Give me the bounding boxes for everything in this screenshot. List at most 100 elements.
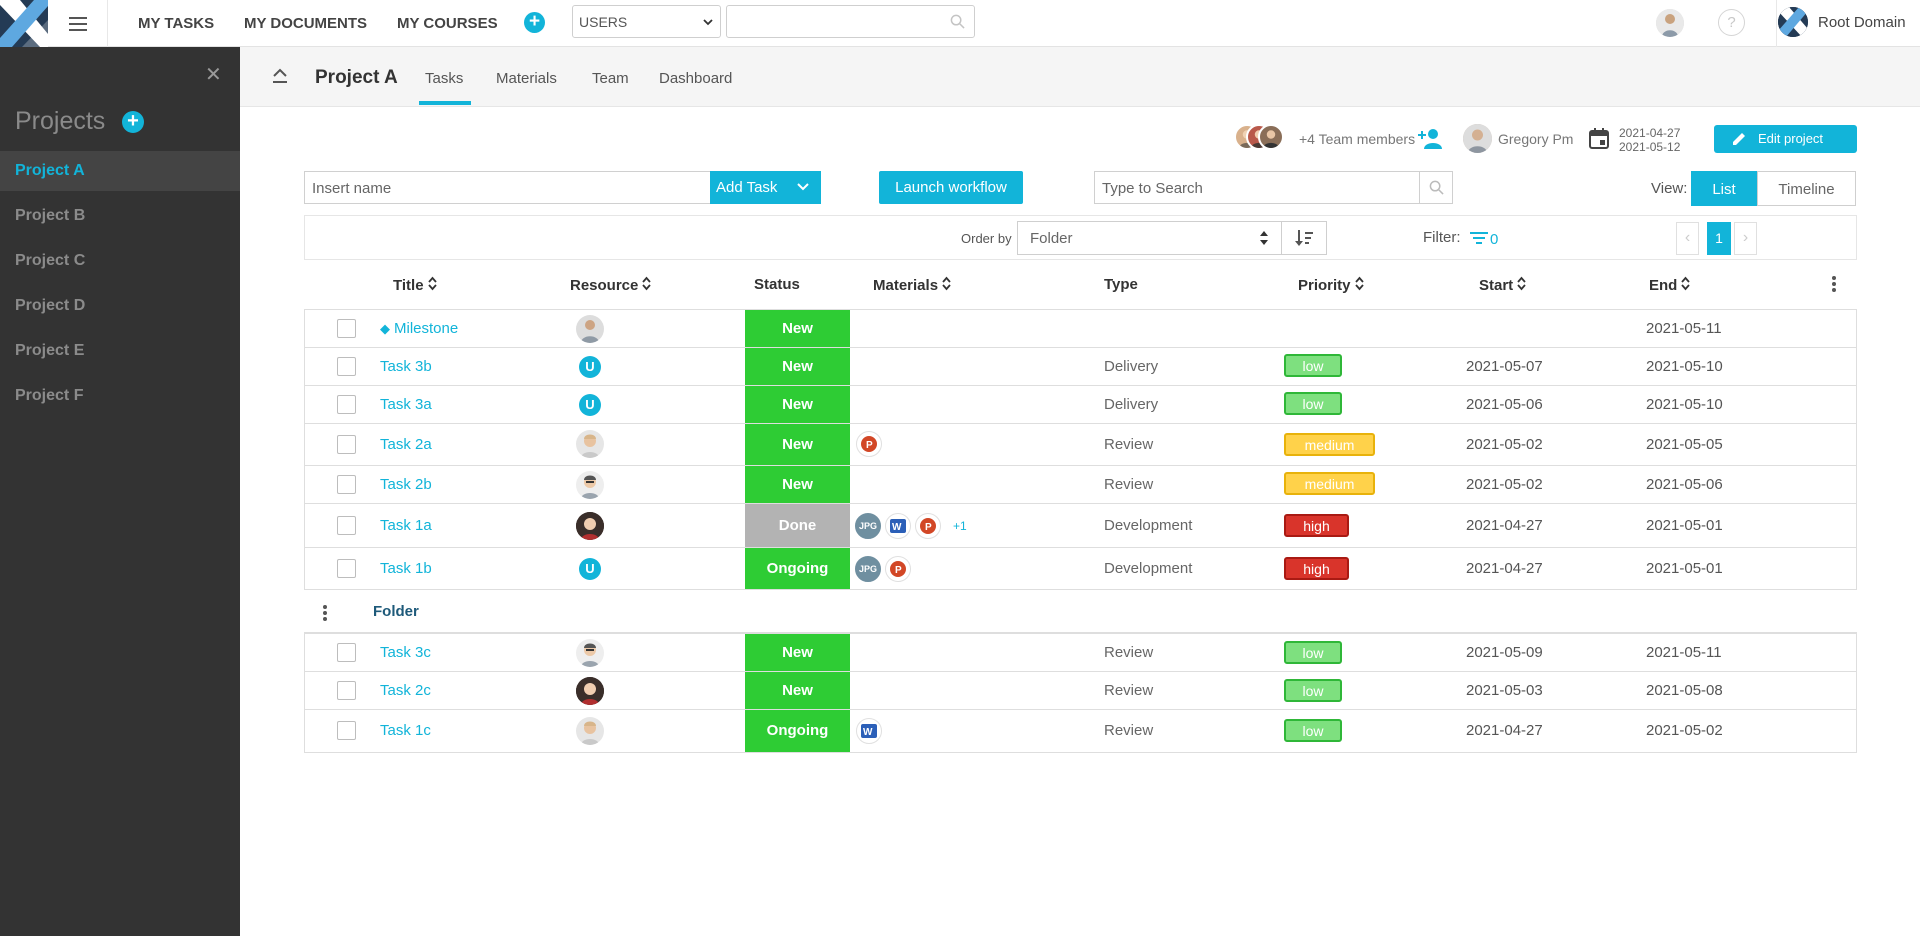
menu-button[interactable] (48, 0, 108, 47)
row-checkbox[interactable] (337, 681, 356, 700)
row-checkbox[interactable] (337, 319, 356, 338)
prev-page-button[interactable]: ‹ (1676, 222, 1699, 255)
add-project-button[interactable]: + (122, 111, 144, 133)
search-button[interactable] (1419, 172, 1452, 203)
status-badge[interactable]: New (745, 386, 850, 423)
task-name-input[interactable]: Insert name (304, 171, 710, 204)
col-header-start[interactable]: Start (1479, 276, 1526, 294)
table-row[interactable]: Task 2b New Review medium 2021-05-02 202… (304, 466, 1857, 504)
tab-materials[interactable]: Materials (496, 70, 557, 87)
table-row[interactable]: Task 1c Ongoing W Review low 2021-04-27 … (304, 710, 1857, 753)
add-icon[interactable]: + (524, 12, 545, 33)
launch-workflow-button[interactable]: Launch workflow (879, 171, 1023, 204)
order-by-select[interactable]: Folder (1017, 221, 1282, 255)
task-title[interactable]: Task 1c (380, 722, 431, 739)
more-icon[interactable] (1831, 275, 1837, 293)
row-checkbox[interactable] (337, 395, 356, 414)
sidebar-item-project-a[interactable]: Project A (0, 151, 240, 191)
status-badge[interactable]: Ongoing (745, 710, 850, 752)
task-title[interactable]: Task 1a (380, 517, 432, 534)
domain-logo[interactable] (1778, 7, 1808, 37)
table-row[interactable]: Task 2c New Review low 2021-05-03 2021-0… (304, 672, 1857, 710)
add-task-button[interactable]: Add Task (710, 171, 821, 204)
filter-icon[interactable] (1470, 231, 1488, 245)
tab-dashboard[interactable]: Dashboard (659, 70, 732, 87)
folder-row[interactable]: Folder (304, 592, 1857, 633)
help-icon[interactable]: ? (1718, 9, 1745, 36)
task-title[interactable]: Task 3a (380, 396, 432, 413)
users-select[interactable]: USERS (572, 5, 721, 38)
status-badge[interactable]: New (745, 634, 850, 671)
task-title[interactable]: Task 3b (380, 358, 432, 375)
table-row[interactable]: Task 1b U Ongoing JPG P Development high… (304, 548, 1857, 590)
task-title[interactable]: Task 1b (380, 560, 432, 577)
task-title[interactable]: ◆ Milestone (380, 320, 458, 337)
sidebar-item-project-f[interactable]: Project F (0, 376, 240, 416)
add-member-icon[interactable] (1418, 127, 1444, 149)
status-badge[interactable]: New (745, 672, 850, 709)
table-row[interactable]: Task 2a New P Review medium 2021-05-02 2… (304, 424, 1857, 466)
task-title[interactable]: Task 2a (380, 436, 432, 453)
row-checkbox[interactable] (337, 721, 356, 740)
task-title[interactable]: Task 2b (380, 476, 432, 493)
team-members-count[interactable]: +4 Team members (1299, 131, 1415, 147)
table-row[interactable]: ◆ Milestone New 2021-05-11 (304, 310, 1857, 348)
priority-badge[interactable]: medium (1284, 472, 1375, 495)
jpg-file-icon[interactable]: JPG (855, 556, 881, 582)
row-checkbox[interactable] (337, 475, 356, 494)
jpg-file-icon[interactable]: JPG (855, 513, 881, 539)
sort-direction-button[interactable] (1282, 221, 1327, 255)
task-title[interactable]: Task 2c (380, 682, 431, 699)
priority-badge[interactable]: high (1284, 557, 1349, 580)
task-title[interactable]: Task 3c (380, 644, 431, 661)
task-search-input[interactable]: Type to Search (1094, 171, 1453, 204)
status-badge[interactable]: Done (745, 504, 850, 547)
priority-badge[interactable]: low (1284, 392, 1342, 415)
search-icon[interactable] (950, 14, 965, 29)
status-badge[interactable]: Ongoing (745, 548, 850, 589)
collapse-icon[interactable] (272, 67, 288, 85)
view-list-button[interactable]: List (1691, 171, 1757, 206)
powerpoint-icon[interactable]: P (915, 513, 941, 539)
status-badge[interactable]: New (745, 424, 850, 465)
row-checkbox[interactable] (337, 643, 356, 662)
table-row[interactable]: Task 1a Done JPG W P +1 Development high… (304, 504, 1857, 548)
priority-badge[interactable]: low (1284, 641, 1342, 664)
close-icon[interactable]: ✕ (205, 62, 222, 87)
tab-tasks[interactable]: Tasks (425, 70, 463, 87)
status-badge[interactable]: New (745, 466, 850, 503)
more-materials-count[interactable]: +1 (953, 519, 967, 533)
col-header-resource[interactable]: Resource (570, 276, 652, 294)
col-header-title[interactable]: Title (393, 276, 437, 294)
status-badge[interactable]: New (745, 310, 850, 347)
app-logo[interactable] (0, 0, 48, 47)
top-search-input[interactable] (726, 5, 975, 38)
nav-my-courses[interactable]: MY COURSES (397, 15, 498, 32)
status-badge[interactable]: New (745, 348, 850, 385)
row-checkbox[interactable] (337, 435, 356, 454)
edit-project-button[interactable]: Edit project (1714, 125, 1857, 153)
priority-badge[interactable]: low (1284, 719, 1342, 742)
nav-my-documents[interactable]: MY DOCUMENTS (244, 15, 367, 32)
domain-name[interactable]: Root Domain (1818, 14, 1906, 31)
table-row[interactable]: Task 3b U New Delivery low 2021-05-07 20… (304, 348, 1857, 386)
next-page-button[interactable]: › (1734, 222, 1757, 255)
powerpoint-icon[interactable]: P (856, 431, 882, 457)
row-checkbox[interactable] (337, 559, 356, 578)
priority-badge[interactable]: low (1284, 354, 1342, 377)
folder-name[interactable]: Folder (373, 603, 419, 620)
powerpoint-icon[interactable]: P (885, 556, 911, 582)
current-page[interactable]: 1 (1707, 222, 1731, 255)
priority-badge[interactable]: high (1284, 514, 1349, 537)
row-checkbox[interactable] (337, 516, 356, 535)
row-checkbox[interactable] (337, 357, 356, 376)
word-icon[interactable]: W (856, 718, 882, 744)
priority-badge[interactable]: low (1284, 679, 1342, 702)
sidebar-item-project-b[interactable]: Project B (0, 196, 240, 236)
word-icon[interactable]: W (885, 513, 911, 539)
sidebar-item-project-e[interactable]: Project E (0, 331, 240, 371)
nav-my-tasks[interactable]: MY TASKS (138, 15, 214, 32)
user-avatar[interactable] (1656, 9, 1684, 37)
sidebar-item-project-c[interactable]: Project C (0, 241, 240, 281)
table-row[interactable]: Task 3c New Review low 2021-05-09 2021-0… (304, 634, 1857, 672)
